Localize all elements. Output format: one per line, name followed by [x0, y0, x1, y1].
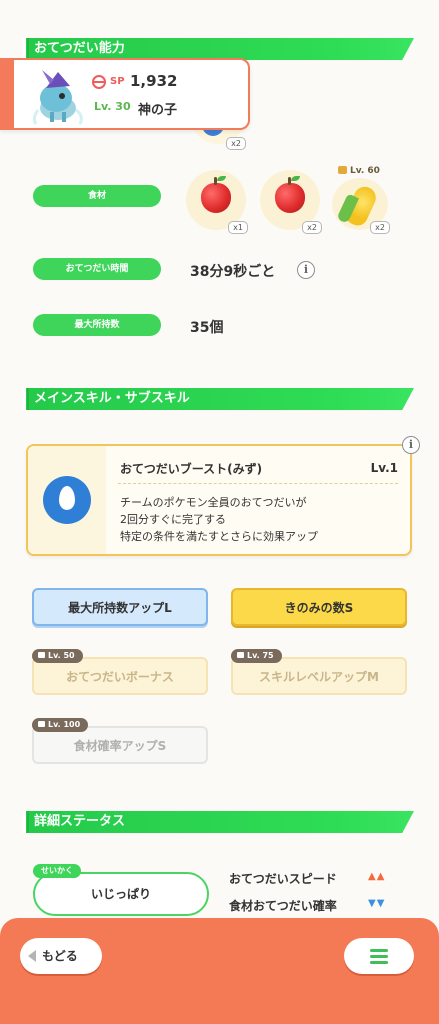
- unlock-level-text: Lv. 60: [350, 166, 380, 176]
- drop-shape: [59, 486, 75, 510]
- menu-button[interactable]: [344, 938, 414, 974]
- sub-skill-unlock-tag: Lv. 75: [231, 649, 282, 663]
- help-time-value: 38分9秒ごと: [190, 264, 276, 280]
- sub-skill-max-carry-up-l[interactable]: 最大所持数アップL: [32, 588, 208, 626]
- ingredient-corn[interactable]: x2: [332, 178, 390, 234]
- sp-value: 1,932: [130, 72, 178, 90]
- skill-icon-area: [28, 446, 106, 554]
- pokemon-name: 神の子: [138, 103, 178, 118]
- bottom-bar: もどる: [0, 918, 439, 1024]
- main-skill-card[interactable]: おてつだいブースト(みず) Lv.1 チームのポケモン全員のおてつだいが 2回分…: [26, 444, 412, 556]
- skill-desc-line-3: 特定の条件を満たすとさらに効果アップ: [120, 530, 318, 543]
- menu-icon-bar: [370, 961, 388, 964]
- sp-icon: [92, 75, 106, 89]
- skill-divider: [118, 483, 398, 484]
- lock-icon: [338, 166, 347, 174]
- sp-label: SP: [110, 76, 125, 87]
- section-header-details: 詳細ステータス: [22, 811, 414, 833]
- sub-skill-unlock-tag: Lv. 100: [32, 718, 89, 732]
- lock-icon: [38, 652, 45, 658]
- max-carry-value: 35個: [190, 320, 224, 336]
- back-button[interactable]: もどる: [20, 938, 102, 974]
- pokemon-level: Lv. 30: [94, 100, 131, 113]
- main-skill-info-icon[interactable]: i: [402, 436, 420, 454]
- ingredient-unlock-level: Lv. 60: [338, 166, 380, 176]
- max-carry-label: 最大所持数: [33, 314, 161, 336]
- berry-qty: x2: [226, 137, 246, 150]
- section-header-skills: メインスキル・サブスキル: [22, 388, 414, 410]
- nature-down-stat: 食材おてつだい確率: [229, 899, 337, 913]
- water-drop-icon: [43, 476, 91, 524]
- skill-desc-line-1: チームのポケモン全員のおてつだいが: [120, 496, 307, 509]
- section-header-help-ability: おてつだい能力: [22, 38, 414, 60]
- main-skill-description: チームのポケモン全員のおてつだいが 2回分すぐに完了する 特定の条件を満たすとさ…: [120, 494, 318, 545]
- ingredient-qty: x1: [228, 221, 248, 234]
- pokemon-sprite-icon: [32, 70, 83, 125]
- main-skill-level: Lv.1: [370, 461, 398, 475]
- help-time-label: おてつだい時間: [33, 258, 161, 280]
- unlock-level-text: Lv. 100: [48, 720, 81, 729]
- nature-up-stat: おてつだいスピード: [229, 872, 337, 886]
- lock-icon: [38, 721, 45, 727]
- lock-icon: [237, 652, 244, 658]
- unlock-level-text: Lv. 50: [48, 651, 75, 660]
- ingredients-label: 食材: [33, 185, 161, 207]
- skill-desc-line-2: 2回分すぐに完了する: [120, 513, 226, 526]
- main-skill-name: おてつだいブースト(みず): [120, 462, 263, 476]
- apple-icon: [201, 176, 231, 213]
- sub-skill-berry-count-s[interactable]: きのみの数S: [231, 588, 407, 626]
- sub-skill-unlock-tag: Lv. 50: [32, 649, 83, 663]
- apple-icon: [275, 176, 305, 213]
- nature-down-arrows: ▼▼: [368, 898, 386, 909]
- menu-icon-bar: [370, 955, 388, 958]
- ingredient-qty: x2: [302, 221, 322, 234]
- ingredient-qty: x2: [370, 221, 390, 234]
- card-accent: [0, 60, 14, 128]
- help-time-info-icon[interactable]: i: [297, 261, 315, 279]
- ingredient-apple-1[interactable]: x1: [186, 170, 248, 234]
- nature-box[interactable]: いじっぱり: [33, 872, 209, 916]
- nature-tag: せいかく: [33, 864, 81, 878]
- menu-icon-bar: [370, 949, 388, 952]
- unlock-level-text: Lv. 75: [247, 651, 274, 660]
- ingredient-apple-2[interactable]: x2: [260, 170, 322, 234]
- pokemon-card[interactable]: SP 1,932 Lv. 30 神の子: [0, 58, 250, 130]
- nature-up-arrows: ▲▲: [368, 871, 386, 882]
